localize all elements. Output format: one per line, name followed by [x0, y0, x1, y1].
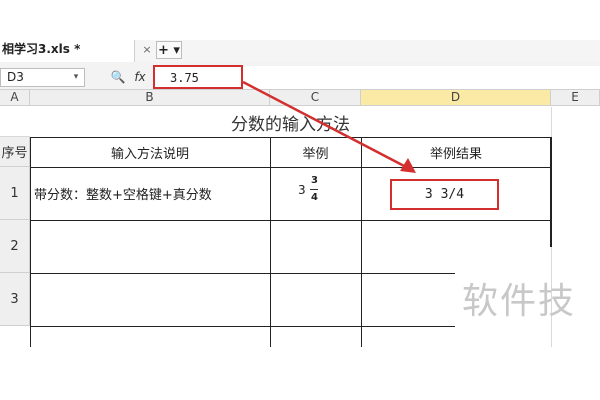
annotation-arrow [242, 80, 416, 173]
watermark: 软件技 [462, 281, 577, 322]
